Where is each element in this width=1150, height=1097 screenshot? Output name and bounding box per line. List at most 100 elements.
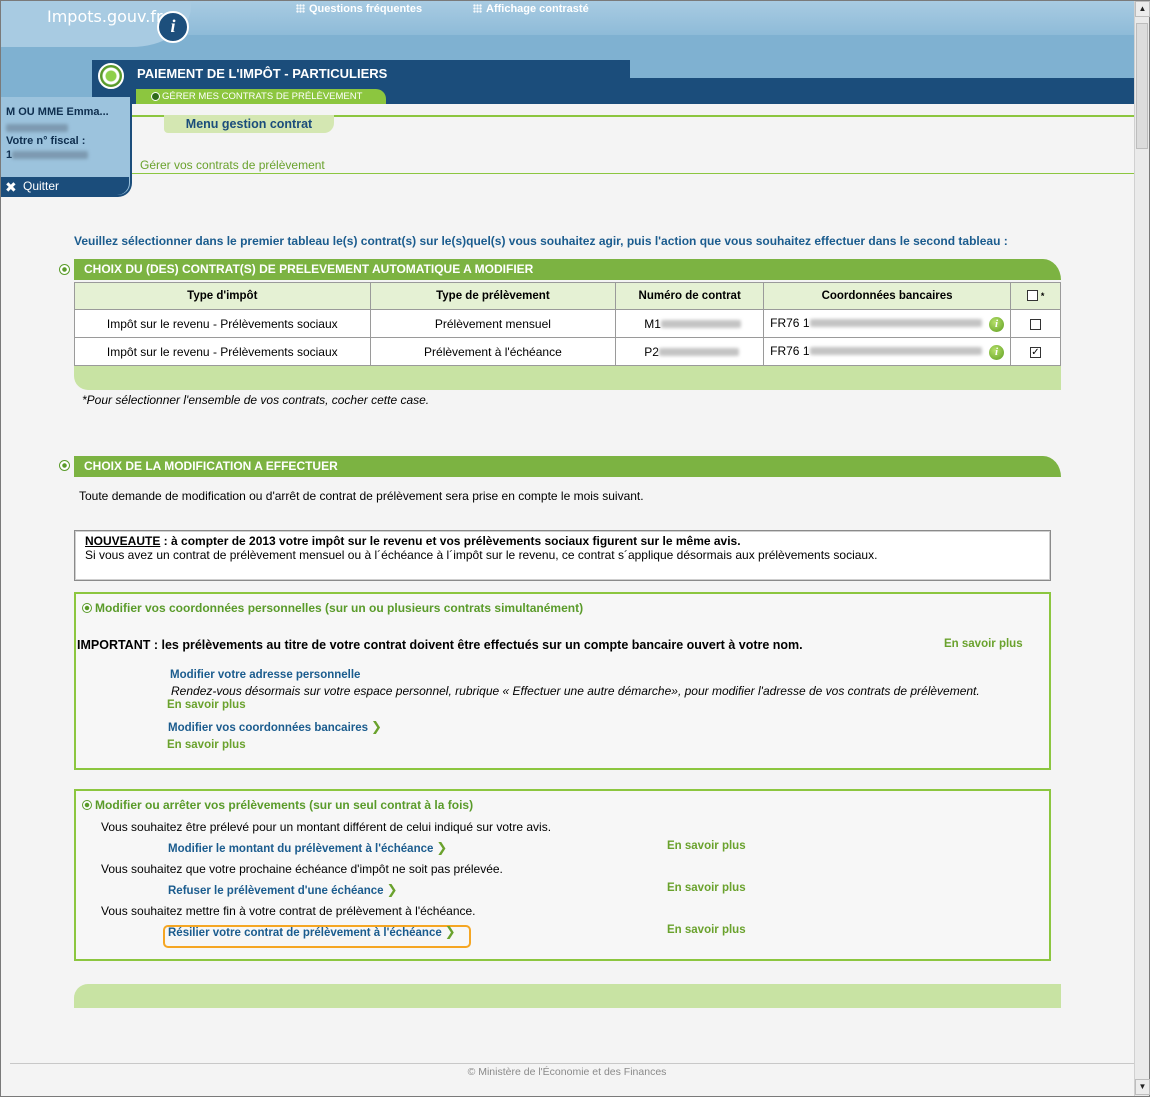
footer-divider xyxy=(10,1063,1134,1064)
row-checkbox[interactable] xyxy=(1030,318,1041,330)
scroll-up-icon[interactable]: ▲ xyxy=(1135,1,1150,17)
section-modification-header: CHOIX DE LA MODIFICATION A EFFECTUER xyxy=(74,456,1061,477)
modify-stop-title: Modifier ou arrêter vos prélèvements (su… xyxy=(82,798,473,812)
modify-amount-label: Modifier le montant du prélèvement à l'é… xyxy=(168,843,434,855)
chevron-right-icon: ❯ xyxy=(371,719,382,734)
news-label: NOUVEAUTE xyxy=(85,534,161,548)
refuse-collection-link[interactable]: Refuser le prélèvement d'une échéance ❯ xyxy=(168,882,397,898)
chevron-right-icon: ❯ xyxy=(436,840,448,855)
subnav-contracts[interactable]: GÉRER MES CONTRATS DE PRÉLÈVEMENT xyxy=(136,89,386,104)
modification-notice: Toute demande de modification ou d'arrêt… xyxy=(79,489,644,503)
quit-button[interactable]: ✖ Quitter xyxy=(1,177,129,195)
close-icon: ✖ xyxy=(5,179,17,195)
select-all-note: *Pour sélectionner l'ensemble de vos con… xyxy=(82,393,430,407)
scroll-thumb[interactable] xyxy=(1136,23,1148,149)
contracts-table: Type d'impôt Type de prélèvement Numéro … xyxy=(74,282,1061,366)
cell-contract-number: M1 xyxy=(615,309,765,338)
contrast-link[interactable]: Affichage contrasté xyxy=(473,3,589,15)
fiscal-number: 1 xyxy=(6,149,89,161)
user-blurred-line xyxy=(6,122,68,134)
site-logo-text: Impots.gouv.fr xyxy=(47,7,163,26)
learn-more-link[interactable]: En savoir plus xyxy=(944,638,1023,650)
modify-bank-details-link[interactable]: Modifier vos coordonnées bancaires ❯ xyxy=(168,719,382,735)
personal-details-box: Modifier vos coordonnées personnelles (s… xyxy=(74,592,1051,770)
bottom-bar xyxy=(74,984,1061,1008)
info-logo-icon[interactable]: i xyxy=(157,11,189,43)
menu-sub-divider xyxy=(132,173,1134,174)
learn-more-link[interactable]: En savoir plus xyxy=(167,699,246,711)
menu-breadcrumb: Gérer vos contrats de prélèvement xyxy=(140,158,325,172)
personal-details-title: Modifier vos coordonnées personnelles (s… xyxy=(82,601,583,615)
modify-amount-link[interactable]: Modifier le montant du prélèvement à l'é… xyxy=(168,840,447,856)
cell-tax-type: Impôt sur le revenu - Prélèvements socia… xyxy=(74,309,371,338)
footer-copyright: © Ministère de l'Économie et des Finance… xyxy=(467,1066,667,1078)
table-row[interactable]: Impôt sur le revenu - Prélèvements socia… xyxy=(74,337,1061,366)
section-bullet-icon xyxy=(59,264,70,275)
modify-stop-title-text: Modifier ou arrêter vos prélèvements (su… xyxy=(95,798,474,812)
iban-prefix: FR76 1 xyxy=(770,343,810,358)
learn-more-link[interactable]: En savoir plus xyxy=(667,882,746,894)
news-line-2: Si vous avez un contrat de prélèvement m… xyxy=(85,548,878,562)
table-row[interactable]: Impôt sur le revenu - Prélèvements socia… xyxy=(74,309,1061,338)
info-icon[interactable]: i xyxy=(989,344,1005,360)
grid-dots-icon xyxy=(296,4,305,13)
news-line-1: NOUVEAUTE : à compter de 2013 votre impô… xyxy=(85,534,1040,548)
cell-contract-number: P2 xyxy=(615,337,765,366)
col-bank-details: Coordonnées bancaires xyxy=(763,282,1012,310)
bullet-icon xyxy=(151,92,160,101)
col-select-all: * xyxy=(1010,282,1061,310)
iban-prefix: FR76 1 xyxy=(770,315,810,330)
table-footer-bar xyxy=(74,366,1061,390)
terminate-contract-label: Résilier votre contrat de prélèvement à … xyxy=(168,927,442,939)
info-icon[interactable]: i xyxy=(989,316,1005,332)
learn-more-link[interactable]: En savoir plus xyxy=(667,924,746,936)
section-bullet-icon xyxy=(59,460,70,471)
quit-label: Quitter xyxy=(23,179,60,193)
fiscal-label: Votre n° fiscal : xyxy=(6,135,86,147)
section-contracts-header: CHOIX DU (DES) CONTRAT(S) DE PRELEVEMENT… xyxy=(74,259,1061,280)
modify-stop-box: Modifier ou arrêter vos prélèvements (su… xyxy=(74,789,1051,961)
section-emblem-icon xyxy=(98,63,124,89)
news-box: NOUVEAUTE : à compter de 2013 votre impô… xyxy=(74,530,1051,581)
header-strip xyxy=(630,60,1134,78)
asterisk: * xyxy=(1040,291,1045,301)
option-text: Vous souhaitez que votre prochaine échéa… xyxy=(101,862,503,876)
contract-prefix: M1 xyxy=(644,316,661,331)
menu-tab[interactable]: Menu gestion contrat xyxy=(164,115,334,133)
faq-link-label: Questions fréquentes xyxy=(309,3,423,15)
vertical-scrollbar[interactable]: ▲ ▼ xyxy=(1134,1,1150,1096)
section-bullet-icon xyxy=(82,603,92,613)
terminate-contract-link[interactable]: Résilier votre contrat de prélèvement à … xyxy=(168,924,456,940)
option-text: Vous souhaitez être prélevé pour un mont… xyxy=(101,820,552,834)
scroll-down-icon[interactable]: ▼ xyxy=(1135,1079,1150,1095)
page-title: PAIEMENT DE L'IMPÔT - PARTICULIERS xyxy=(137,66,388,81)
cell-collection-type: Prélèvement mensuel xyxy=(369,309,617,338)
news-text: : à compter de 2013 votre impôt sur le r… xyxy=(160,534,741,548)
cell-bank-details: FR76 1 i xyxy=(763,337,1012,366)
select-all-checkbox[interactable] xyxy=(1026,290,1038,302)
refuse-collection-label: Refuser le prélèvement d'une échéance xyxy=(168,885,384,897)
cell-collection-type: Prélèvement à l'échéance xyxy=(369,337,617,366)
personal-details-title-text: Modifier vos coordonnées personnelles (s… xyxy=(95,601,584,615)
modify-bank-details-label: Modifier vos coordonnées bancaires xyxy=(168,722,369,734)
chevron-right-icon: ❯ xyxy=(444,924,456,939)
user-name: M OU MME Emma... xyxy=(6,106,109,118)
col-contract-number: Numéro de contrat xyxy=(615,282,765,310)
address-instructions: Rendez-vous désormais sur votre espace p… xyxy=(171,684,980,698)
learn-more-link[interactable]: En savoir plus xyxy=(667,840,746,852)
important-notice: IMPORTANT : les prélèvements au titre de… xyxy=(77,638,803,652)
faq-link[interactable]: Questions fréquentes xyxy=(296,3,422,15)
col-tax-type: Type d'impôt xyxy=(74,282,371,310)
cell-select xyxy=(1010,309,1061,338)
contrast-link-label: Affichage contrasté xyxy=(486,3,589,15)
chevron-right-icon: ❯ xyxy=(386,882,398,897)
section-bullet-icon xyxy=(82,800,92,810)
table-header-row: Type d'impôt Type de prélèvement Numéro … xyxy=(74,282,1061,310)
grid-dots-icon xyxy=(473,4,482,13)
row-checkbox-checked[interactable]: ✓ xyxy=(1030,346,1041,358)
learn-more-link[interactable]: En savoir plus xyxy=(167,739,246,751)
contract-prefix: P2 xyxy=(644,344,659,359)
intro-text: Veuillez sélectionner dans le premier ta… xyxy=(74,234,1008,248)
modify-address-link[interactable]: Modifier votre adresse personnelle xyxy=(170,669,360,681)
cell-select: ✓ xyxy=(1010,337,1061,366)
